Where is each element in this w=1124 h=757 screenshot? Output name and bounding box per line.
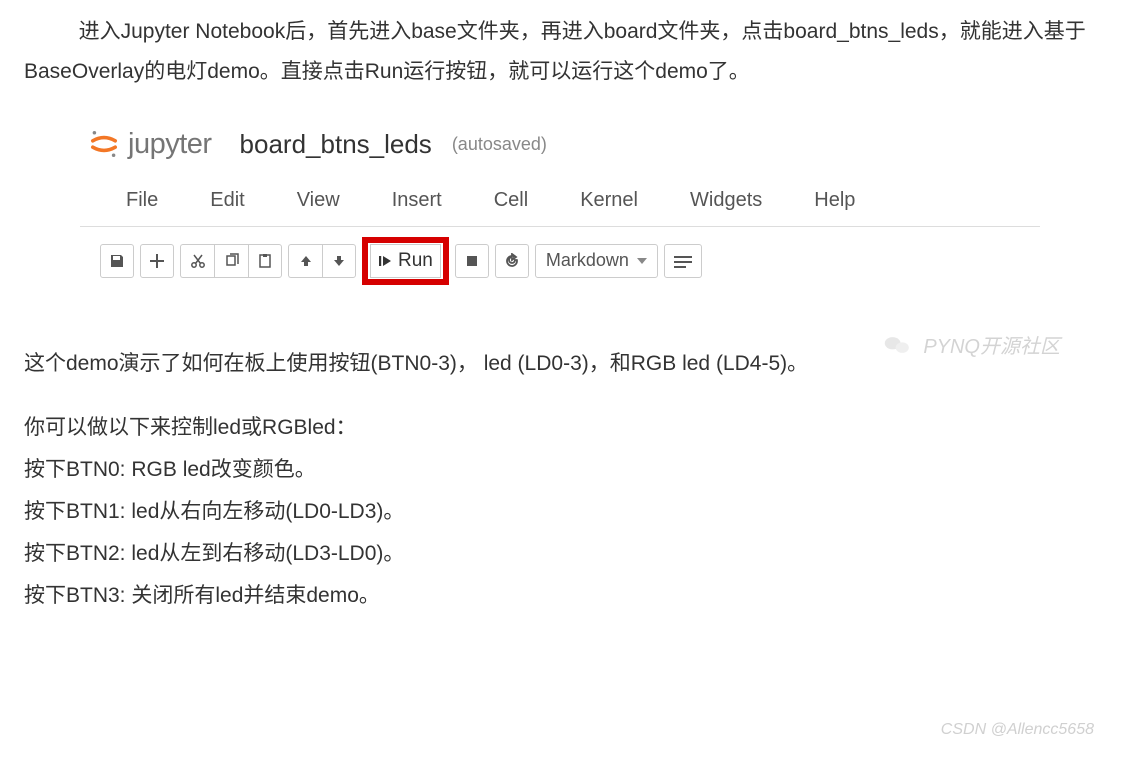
move-down-button[interactable] [322, 244, 356, 278]
desc-b3: 按下BTN3: 关闭所有led并结束demo。 [24, 575, 1100, 617]
intro-line1: 进入Jupyter Notebook后，首先进入base文件夹，再进入board… [24, 12, 1100, 92]
menu-kernel[interactable]: Kernel [554, 177, 664, 224]
jupyter-header: jupyter board_btns_leds (autosaved) [80, 122, 1040, 167]
menu-help[interactable]: Help [788, 177, 881, 224]
paste-button[interactable] [248, 244, 282, 278]
desc-b1: 按下BTN1: led从右向左移动(LD0-LD3)。 [24, 491, 1100, 533]
csdn-watermark: CSDN @Allencc5658 [941, 721, 1094, 739]
jupyter-screenshot: jupyter board_btns_leds (autosaved) File… [80, 122, 1040, 289]
cut-button[interactable] [180, 244, 214, 278]
spacer [24, 385, 1100, 407]
edit-group [180, 244, 282, 278]
run-button[interactable]: Run [370, 244, 441, 278]
desc-b2: 按下BTN2: led从左到右移动(LD3-LD0)。 [24, 533, 1100, 575]
toolbar: Run Markdown [80, 233, 1040, 289]
pynq-watermark: PYNQ开源社区 [883, 330, 1060, 359]
notebook-name[interactable]: board_btns_leds [240, 129, 432, 160]
run-highlight-box: Run [362, 237, 449, 285]
interrupt-button[interactable] [455, 244, 489, 278]
celltype-select[interactable]: Markdown [535, 244, 658, 278]
menubar: File Edit View Insert Cell Kernel Widget… [80, 173, 1040, 227]
move-group [288, 244, 356, 278]
copy-button[interactable] [214, 244, 248, 278]
pynq-watermark-text: PYNQ开源社区 [923, 330, 1060, 359]
desc-p2: 你可以做以下来控制led或RGBled： [24, 407, 1100, 449]
menu-edit[interactable]: Edit [184, 177, 270, 224]
menu-insert[interactable]: Insert [366, 177, 468, 224]
restart-button[interactable] [495, 244, 529, 278]
add-cell-button[interactable] [140, 244, 174, 278]
jupyter-logo-icon [88, 128, 120, 160]
run-button-label: Run [398, 250, 433, 272]
menu-widgets[interactable]: Widgets [664, 177, 788, 224]
move-up-button[interactable] [288, 244, 322, 278]
wechat-icon [883, 331, 911, 359]
jupyter-logo: jupyter [88, 128, 212, 161]
save-button[interactable] [100, 244, 134, 278]
menu-file[interactable]: File [100, 177, 184, 224]
intro-text: 进入Jupyter Notebook后，首先进入base文件夹，再进入board… [0, 0, 1124, 92]
menu-cell[interactable]: Cell [468, 177, 554, 224]
command-palette-button[interactable] [664, 244, 702, 278]
autosaved-label: (autosaved) [452, 134, 547, 155]
celltype-value: Markdown [546, 250, 629, 271]
jupyter-logo-text: jupyter [128, 128, 212, 161]
menu-view[interactable]: View [271, 177, 366, 224]
desc-b0: 按下BTN0: RGB led改变颜色。 [24, 449, 1100, 491]
